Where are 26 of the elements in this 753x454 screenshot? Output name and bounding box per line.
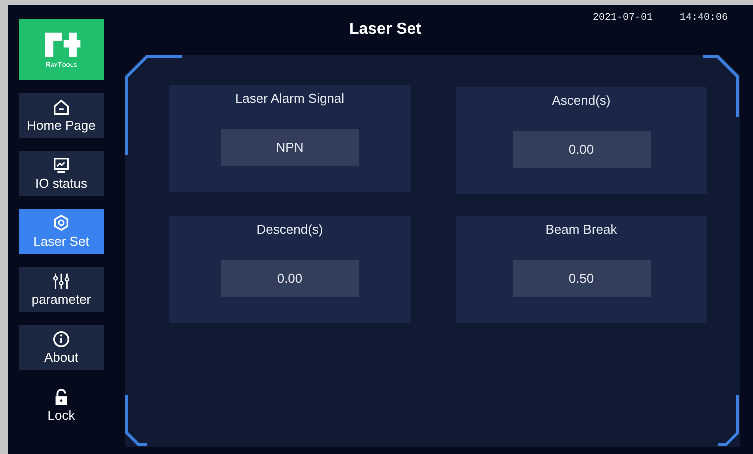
- home-icon: [52, 98, 71, 117]
- setting-label: Laser Alarm Signal: [235, 91, 345, 106]
- page-title: Laser Set: [349, 21, 422, 39]
- sidebar-item[interactable]: Lock: [19, 383, 104, 428]
- logo-icon: [42, 30, 80, 58]
- corner-bracket: [126, 395, 147, 446]
- setting-label: Beam Break: [546, 222, 618, 237]
- sliders-icon: [52, 272, 71, 291]
- sidebar-item[interactable]: Laser Set: [19, 209, 104, 254]
- sidebar-item[interactable]: parameter: [19, 267, 104, 312]
- corner-bracket: [703, 56, 740, 117]
- info-icon: [52, 330, 71, 349]
- sidebar-item[interactable]: About: [19, 325, 104, 370]
- time-text: 14:40:06: [680, 13, 728, 24]
- setting-label: Ascend(s): [552, 93, 611, 108]
- monitor-icon: [52, 156, 71, 175]
- value-field[interactable]: 0.00: [512, 131, 650, 168]
- gear-icon: [52, 214, 71, 233]
- value-field[interactable]: NPN: [221, 129, 359, 166]
- sidebar-item[interactable]: IO status: [19, 151, 104, 196]
- sidebar-item[interactable]: Home Page: [19, 93, 104, 138]
- value-field[interactable]: 0.50: [512, 260, 650, 297]
- corner-bracket: [718, 395, 740, 446]
- setting-label: Descend(s): [256, 222, 324, 237]
- value-field[interactable]: 0.00: [221, 260, 359, 297]
- date-text: 2021-07-01: [593, 13, 654, 24]
